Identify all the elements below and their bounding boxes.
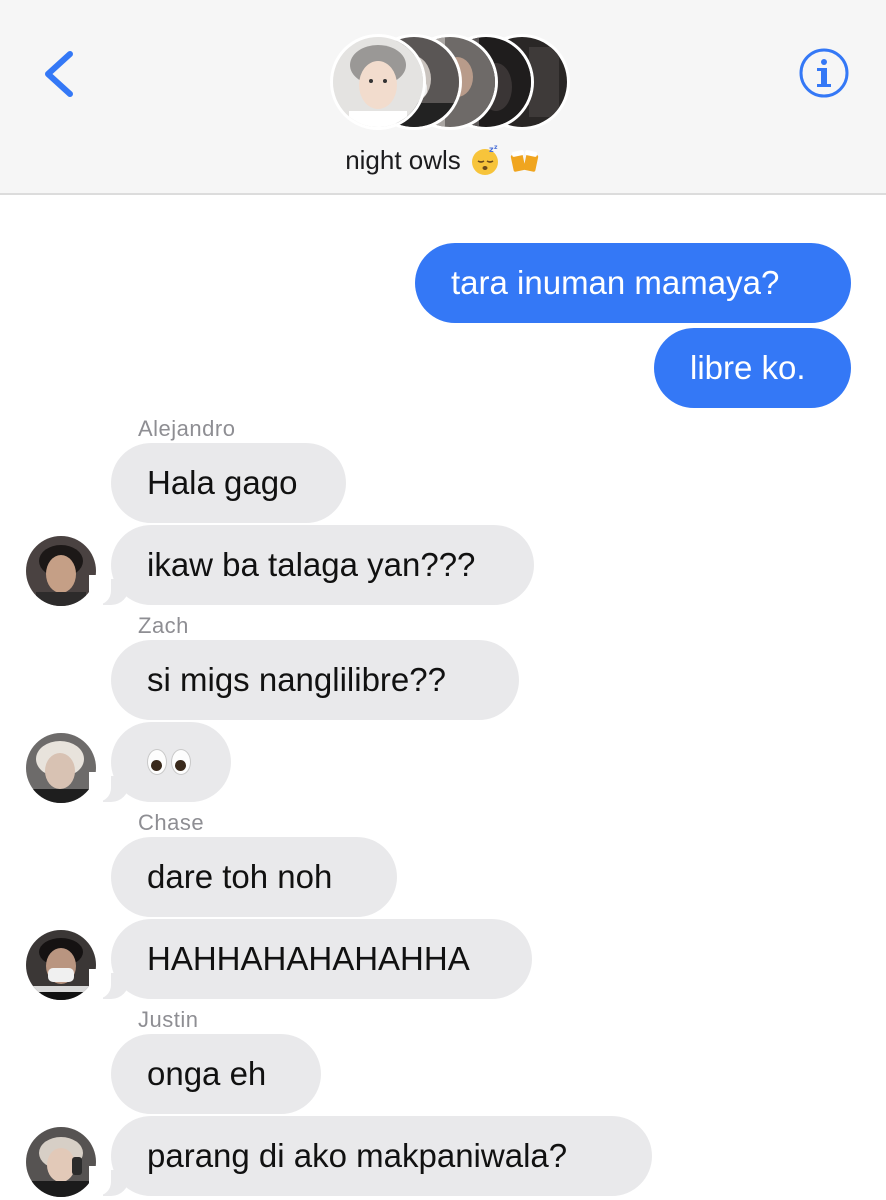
sleeping-face-emoji-icon: z z	[471, 144, 498, 175]
message-text: Hala gago	[147, 464, 298, 501]
incoming-message[interactable]: parang di ako makpaniwala?	[89, 1116, 652, 1196]
outgoing-message[interactable]: tara inuman mamaya?	[415, 243, 851, 323]
chevron-left-icon	[45, 51, 73, 97]
avatar[interactable]	[26, 1127, 96, 1197]
message-text: dare toh noh	[147, 858, 333, 895]
beer-mugs-emoji-icon	[510, 150, 538, 172]
incoming-message[interactable]: Hala gago	[111, 443, 346, 523]
sender-name: Alejandro	[138, 416, 236, 441]
incoming-message[interactable]: dare toh noh	[111, 837, 397, 917]
conversation-header: night owls z z	[0, 0, 886, 195]
conversation-screen: night owls z z tara inuman mamaya? libre…	[0, 0, 886, 1200]
incoming-message[interactable]: si migs nanglilibre??	[111, 640, 519, 720]
eyes-emoji-icon	[147, 749, 191, 775]
outgoing-message[interactable]: libre ko.	[654, 328, 851, 408]
message-text: libre ko.	[690, 349, 806, 386]
incoming-message[interactable]: HAHHAHAHAHAHHA	[89, 919, 532, 999]
group-name: night owls	[345, 144, 461, 175]
sender-name: Chase	[138, 810, 205, 835]
message-text: ikaw ba talaga yan???	[147, 546, 476, 583]
avatar[interactable]	[26, 536, 96, 606]
member-avatar	[330, 34, 426, 130]
info-circle-icon	[799, 48, 849, 98]
svg-text:z: z	[494, 144, 498, 151]
group-title[interactable]: night owls z z	[0, 140, 886, 180]
message-text: onga eh	[147, 1055, 267, 1092]
message-text: tara inuman mamaya?	[451, 264, 780, 301]
sender-name: Zach	[138, 613, 189, 638]
sender-name: Justin	[138, 1007, 199, 1032]
message-text: si migs nanglilibre??	[147, 661, 446, 698]
avatar[interactable]	[26, 733, 96, 803]
incoming-message[interactable]	[89, 722, 231, 802]
incoming-message[interactable]: onga eh	[111, 1034, 321, 1114]
group-avatars[interactable]	[330, 34, 570, 134]
info-button[interactable]	[798, 47, 850, 99]
back-button[interactable]	[36, 44, 86, 104]
message-text: HAHHAHAHAHAHHA	[147, 940, 470, 977]
avatar[interactable]	[26, 930, 96, 1000]
incoming-message[interactable]: ikaw ba talaga yan???	[89, 525, 534, 605]
message-text: parang di ako makpaniwala?	[147, 1137, 568, 1174]
